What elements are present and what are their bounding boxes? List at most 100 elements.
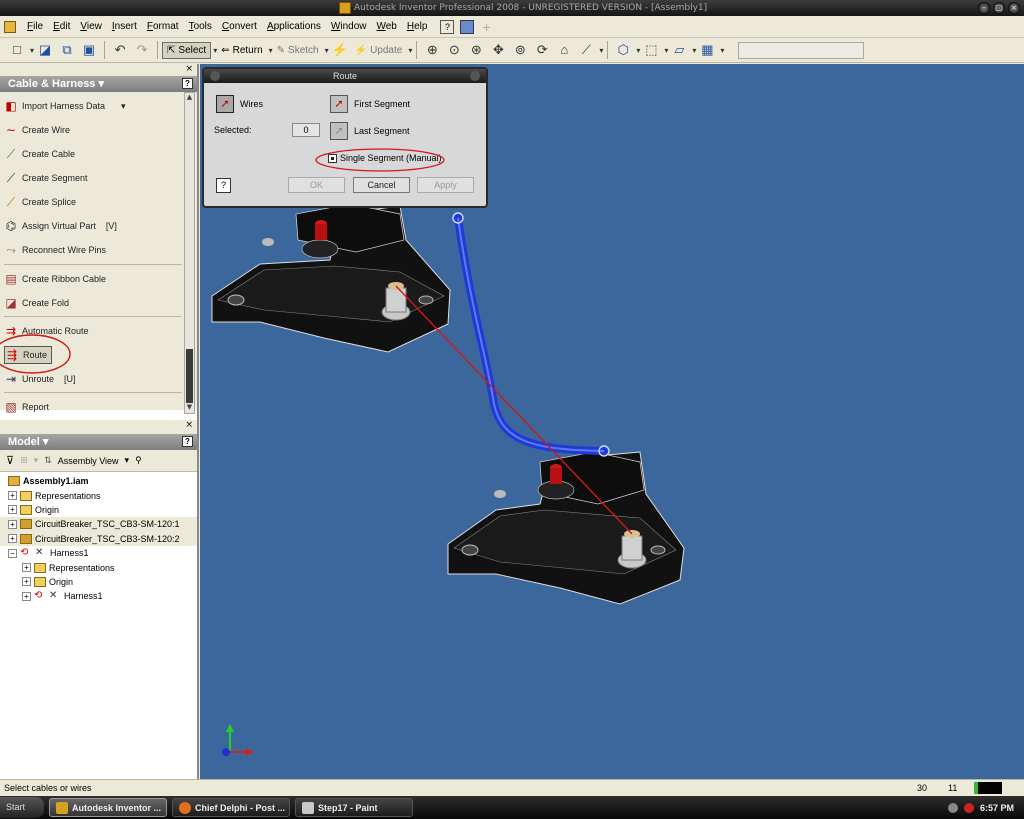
- pan-icon[interactable]: ✥: [490, 42, 506, 58]
- scroll-thumb[interactable]: [186, 349, 193, 403]
- ok-button[interactable]: OK: [288, 177, 345, 193]
- expand-toggle-icon[interactable]: +: [22, 591, 31, 601]
- color-style-box[interactable]: [738, 41, 865, 59]
- camera-view-icon[interactable]: ⬚: [643, 42, 659, 58]
- expand-dropdown-icon[interactable]: ▾: [34, 455, 39, 466]
- rotate-icon[interactable]: ⟳: [534, 42, 550, 58]
- create-wire-command[interactable]: ∼ Create Wire: [4, 121, 70, 139]
- create-fold-command[interactable]: ◪ Create Fold: [4, 294, 69, 312]
- assembly-view-select[interactable]: Assembly View: [58, 456, 119, 466]
- network-icon[interactable]: [947, 802, 958, 813]
- menu-format[interactable]: Format: [142, 21, 184, 32]
- filter-icon[interactable]: ⊽: [6, 454, 14, 467]
- tree-node-harness-origin[interactable]: + Origin: [0, 575, 197, 589]
- expand-toggle-icon[interactable]: +: [22, 563, 31, 573]
- minimize-button[interactable]: –: [978, 2, 990, 14]
- ground-shadow-icon[interactable]: ▱: [671, 42, 687, 58]
- create-cable-command[interactable]: ⟋ Create Cable: [4, 145, 75, 163]
- update-button[interactable]: ⚡ Update: [351, 43, 407, 58]
- route-dialog-title[interactable]: Route: [204, 69, 486, 83]
- wires-select-arrow-icon[interactable]: ➚: [216, 95, 234, 113]
- menu-web[interactable]: Web: [371, 21, 401, 32]
- expand-icon[interactable]: ⊞: [20, 455, 28, 466]
- view-dropdown-icon[interactable]: ▾: [125, 455, 130, 466]
- reconnect-wire-pins-command[interactable]: ⤳ Reconnect Wire Pins: [4, 241, 106, 259]
- apply-button[interactable]: Apply: [417, 177, 474, 193]
- select-button[interactable]: ⇱ Select: [162, 41, 212, 59]
- dialog-help-icon[interactable]: ?: [216, 178, 231, 193]
- menu-file[interactable]: File: [22, 21, 48, 32]
- menu-insert[interactable]: Insert: [107, 21, 142, 32]
- shadow-dropdown-icon[interactable]: ▾: [692, 46, 696, 55]
- tree-node-harness-representations[interactable]: + Representations: [0, 560, 197, 574]
- command-list-scrollbar[interactable]: ▲ ▼: [184, 92, 195, 414]
- menu-edit[interactable]: Edit: [48, 21, 75, 32]
- shaded-display-icon[interactable]: ⬡: [615, 42, 631, 58]
- maximize-button[interactable]: □: [993, 2, 1005, 14]
- first-segment-selector[interactable]: ➚ First Segment: [330, 95, 410, 113]
- assign-virtual-part-command[interactable]: ⌬ Assign Virtual Part [V]: [4, 217, 117, 235]
- collapse-toggle-icon[interactable]: −: [8, 548, 17, 558]
- sketch-button[interactable]: ✎ Sketch: [273, 43, 323, 58]
- menu-tools[interactable]: Tools: [184, 21, 217, 32]
- new-dropdown-icon[interactable]: ▾: [30, 46, 34, 55]
- create-ribbon-cable-command[interactable]: ▤ Create Ribbon Cable: [4, 270, 106, 288]
- undo-icon[interactable]: ↶: [112, 42, 128, 58]
- expand-toggle-icon[interactable]: +: [8, 534, 17, 544]
- report-command[interactable]: ▧ Report: [4, 398, 49, 416]
- design-assistant-icon[interactable]: [460, 19, 475, 34]
- first-segment-arrow-icon[interactable]: ➚: [330, 95, 348, 113]
- find-icon[interactable]: ⚲: [135, 455, 142, 466]
- taskbar-item-inventor[interactable]: Autodesk Inventor ...: [49, 798, 167, 817]
- taskbar-item-paint[interactable]: Step17 - Paint: [295, 798, 413, 817]
- expand-toggle-icon[interactable]: +: [22, 577, 31, 587]
- lightning-icon[interactable]: ⚡: [332, 42, 348, 58]
- tree-node-circuitbreaker-1[interactable]: + CircuitBreaker_TSC_CB3-SM-120:1: [0, 517, 197, 532]
- model-panel-header[interactable]: Model ▾ ?: [0, 434, 197, 450]
- model-help-icon[interactable]: ?: [182, 436, 193, 447]
- section-dropdown-icon[interactable]: ▾: [720, 46, 724, 55]
- cancel-button[interactable]: Cancel: [353, 177, 410, 193]
- circuit-breaker-2[interactable]: [447, 451, 685, 605]
- menu-help[interactable]: Help: [402, 21, 433, 32]
- return-button[interactable]: ⇐ Return: [217, 43, 266, 58]
- clock[interactable]: 6:57 PM: [980, 803, 1014, 813]
- redo-icon[interactable]: ↷: [134, 42, 150, 58]
- expand-toggle-icon[interactable]: +: [8, 505, 17, 515]
- document-icon[interactable]: [4, 20, 16, 33]
- panel-close-icon[interactable]: ×: [185, 64, 193, 74]
- zoom-window-icon[interactable]: ⊙: [446, 42, 462, 58]
- update-dropdown-icon[interactable]: ▾: [408, 46, 412, 55]
- camera-dropdown-icon[interactable]: ▾: [664, 46, 668, 55]
- menu-convert[interactable]: Convert: [217, 21, 262, 32]
- help-icon[interactable]: ?: [440, 19, 455, 34]
- last-segment-arrow-icon[interactable]: ➚: [330, 122, 348, 140]
- display-dropdown-icon[interactable]: ▾: [636, 46, 640, 55]
- zoom-all-icon[interactable]: ⊕: [424, 42, 440, 58]
- last-segment-selector[interactable]: ➚ Last Segment: [330, 122, 410, 140]
- measure-dropdown-icon[interactable]: ▾: [599, 46, 603, 55]
- cable-harness-panel-header[interactable]: Cable & Harness ▾ ?: [0, 76, 197, 92]
- start-button[interactable]: Start: [0, 797, 44, 818]
- tree-node-harness-part[interactable]: + ⟲ ✕ Harness1: [0, 589, 197, 603]
- menu-view[interactable]: View: [75, 21, 107, 32]
- menu-window[interactable]: Window: [326, 21, 372, 32]
- expand-toggle-icon[interactable]: +: [8, 491, 17, 501]
- dialog-menu-icon[interactable]: [210, 71, 220, 81]
- zoom-selected-icon[interactable]: ⊚: [512, 42, 528, 58]
- scroll-down-icon[interactable]: ▼: [185, 403, 194, 413]
- tree-node-assembly[interactable]: Assembly1.iam: [0, 474, 197, 488]
- tree-node-origin[interactable]: + Origin: [0, 503, 197, 517]
- new-file-icon[interactable]: □: [9, 42, 25, 58]
- zoom-icon[interactable]: ⊛: [468, 42, 484, 58]
- project-icon[interactable]: ⧉: [59, 42, 75, 58]
- security-icon[interactable]: [963, 802, 974, 813]
- circuit-breaker-1[interactable]: [211, 203, 451, 353]
- dialog-close-icon[interactable]: [470, 71, 480, 81]
- model-close-icon[interactable]: ×: [185, 420, 193, 430]
- panel-help-icon[interactable]: ?: [182, 78, 193, 89]
- menu-applications[interactable]: Applications: [262, 21, 326, 32]
- wires-selector[interactable]: ➚ Wires: [216, 95, 263, 113]
- tree-node-circuitbreaker-2[interactable]: + CircuitBreaker_TSC_CB3-SM-120:2: [0, 531, 197, 546]
- create-splice-command[interactable]: ⟋ Create Splice: [4, 193, 76, 211]
